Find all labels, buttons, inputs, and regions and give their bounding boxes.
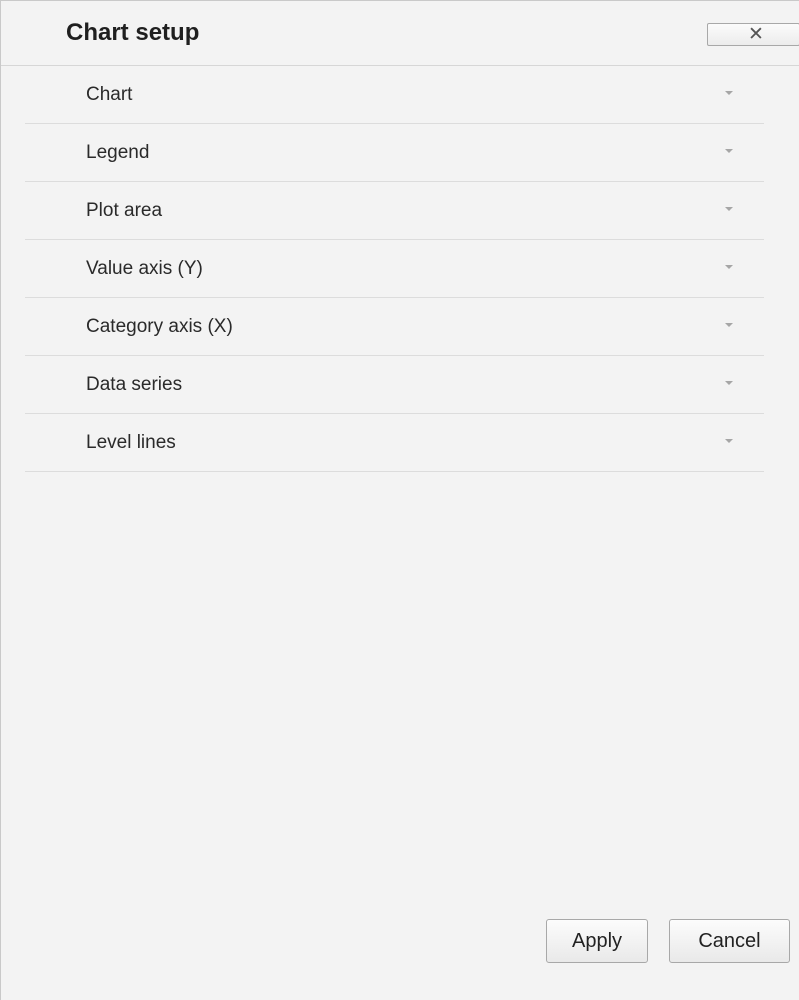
chart-setup-dialog: Chart setup ✕ Chart Legend Plot area Val…	[0, 0, 799, 1000]
dialog-title: Chart setup	[66, 19, 200, 46]
section-level-lines[interactable]: Level lines	[25, 414, 764, 472]
close-button[interactable]: ✕	[707, 23, 799, 46]
section-label: Category axis (X)	[86, 316, 233, 337]
section-label: Level lines	[86, 432, 176, 453]
chevron-down-icon	[725, 149, 733, 153]
chevron-down-icon	[725, 207, 733, 211]
settings-section-list: Chart Legend Plot area Value axis (Y) Ca…	[25, 66, 764, 472]
section-category-axis[interactable]: Category axis (X)	[25, 298, 764, 356]
section-legend[interactable]: Legend	[25, 124, 764, 182]
section-label: Plot area	[86, 200, 163, 221]
chevron-down-icon	[725, 439, 733, 443]
chevron-down-icon	[725, 323, 733, 327]
section-plot-area[interactable]: Plot area	[25, 182, 764, 240]
section-label: Data series	[86, 374, 183, 395]
chevron-down-icon	[725, 91, 733, 95]
section-label: Chart	[86, 84, 133, 105]
section-label: Legend	[86, 142, 150, 163]
cancel-button[interactable]: Cancel	[669, 919, 790, 963]
chevron-down-icon	[725, 265, 733, 269]
dialog-header: Chart setup ✕	[1, 1, 799, 66]
section-value-axis[interactable]: Value axis (Y)	[25, 240, 764, 298]
section-chart[interactable]: Chart	[25, 66, 764, 124]
section-label: Value axis (Y)	[86, 258, 203, 279]
close-icon: ✕	[748, 23, 764, 45]
apply-button[interactable]: Apply	[546, 919, 648, 963]
chevron-down-icon	[725, 381, 733, 385]
section-data-series[interactable]: Data series	[25, 356, 764, 414]
